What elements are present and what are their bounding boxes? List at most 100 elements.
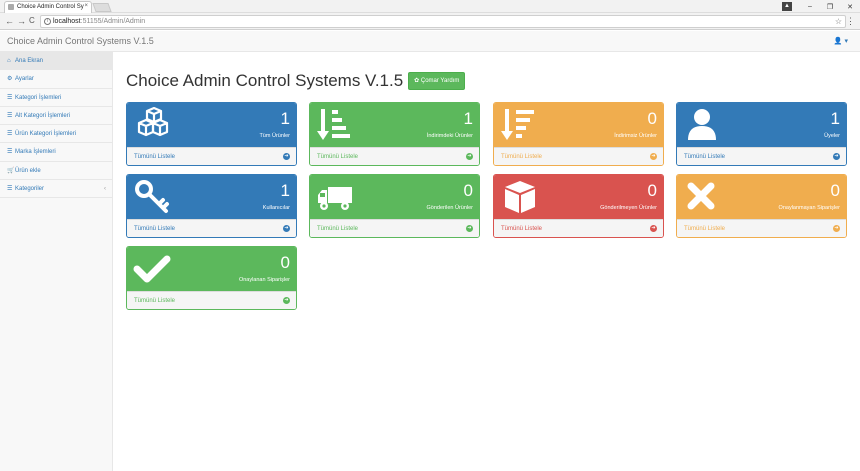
list-icon: ☰	[7, 112, 13, 119]
panel-count: 1	[280, 181, 290, 200]
panel-label: İndirimsiz Ürünler	[614, 133, 657, 139]
sidebar-item-urun-kategori-islemleri[interactable]: ☰ Ürün Kategori İşlemleri	[0, 125, 112, 144]
back-button[interactable]: ←	[5, 16, 14, 26]
sidebar-item-label: Kategori İşlemleri	[15, 94, 62, 101]
browser-toolbar: ← → C i localhost:51155/Admin/Admin ☆ ⋮	[0, 13, 860, 30]
sidebar-item-kategori-islemleri[interactable]: ☰ Kategori İşlemleri	[0, 89, 112, 107]
view-all-link[interactable]: Tümünü Listele	[317, 154, 358, 160]
panel-kullanicilar: 1 Kullanıcılar Tümünü Listele ➜	[126, 174, 297, 238]
minimize-button[interactable]: –	[800, 3, 820, 10]
sort-amount-down-icon	[501, 109, 534, 140]
check-icon	[133, 255, 171, 283]
sidebar-item-marka-islemleri[interactable]: ☰ Marka İşlemleri	[0, 143, 112, 162]
help-button[interactable]: ✿ Çomar Yardım	[408, 72, 466, 90]
cube-icon	[505, 181, 535, 213]
panel-count: 1	[280, 109, 290, 128]
sidebar-item-label: Ürün ekle	[15, 167, 41, 174]
tab-title: Choice Admin Control Sy	[17, 4, 84, 10]
panel-footer[interactable]: Tümünü Listele ➜	[310, 147, 479, 165]
arrow-right-icon[interactable]: ➜	[466, 225, 473, 232]
sidebar-item-label: Ana Ekran	[15, 58, 44, 64]
sidebar-item-urun-ekle[interactable]: 🛒Ürün ekle	[0, 162, 112, 181]
info-icon[interactable]: i	[44, 18, 51, 25]
browser-menu-icon[interactable]: ⋮	[846, 16, 855, 27]
user-menu[interactable]: 👤 ▾	[834, 37, 848, 45]
sidebar-item-ayarlar[interactable]: ⚙ Ayarlar	[0, 70, 112, 89]
truck-icon	[318, 187, 352, 210]
panel-uyeler: 1 Üyeler Tümünü Listele ➜	[676, 102, 847, 166]
url-bar[interactable]: i localhost:51155/Admin/Admin ☆	[40, 15, 846, 28]
bookmark-star-icon[interactable]: ☆	[835, 16, 842, 27]
view-all-link[interactable]: Tümünü Listele	[684, 154, 725, 160]
browser-tab[interactable]: Choice Admin Control Sy ×	[4, 1, 92, 13]
window-controls: ▲ – ❐ ✕	[782, 0, 860, 13]
panel-count: 0	[280, 253, 290, 272]
view-all-link[interactable]: Tümünü Listele	[134, 154, 175, 160]
home-icon: ⌂	[7, 58, 11, 64]
list-icon: ☰	[7, 94, 13, 101]
app-navbar: Choice Admin Control Systems V.1.5 👤 ▾	[0, 31, 860, 52]
panel-label: Kullanıcılar	[262, 205, 290, 211]
arrow-right-icon[interactable]: ➜	[833, 153, 840, 160]
list-icon: ☰	[7, 186, 13, 193]
panel-footer[interactable]: Tümünü Listele ➜	[677, 219, 846, 237]
panel-footer[interactable]: Tümünü Listele ➜	[127, 147, 296, 165]
sidebar-item-alt-kategori-islemleri[interactable]: ☰ Alt Kategori İşlemleri	[0, 107, 112, 126]
panel-label: Gönderilmeyen Ürünler	[600, 205, 657, 211]
panel-gonderilen-urunler: 0 Gönderilen Ürünler Tümünü Listele ➜	[309, 174, 480, 238]
close-window-button[interactable]: ✕	[840, 3, 860, 11]
panel-footer[interactable]: Tümünü Listele ➜	[127, 219, 296, 237]
sidebar-item-ana-ekran[interactable]: ⌂ Ana Ekran	[0, 52, 112, 71]
panel-gonderilmeyen-urunler: 0 Gönderilmeyen Ürünler Tümünü Listele ➜	[493, 174, 664, 238]
new-tab-button[interactable]	[92, 3, 112, 12]
panel-footer[interactable]: Tümünü Listele ➜	[677, 147, 846, 165]
view-all-link[interactable]: Tümünü Listele	[501, 226, 542, 232]
arrow-right-icon[interactable]: ➜	[650, 225, 657, 232]
maximize-button[interactable]: ❐	[820, 3, 840, 11]
panel-label: Gönderilen Ürünler	[426, 205, 473, 211]
reload-button[interactable]: C	[29, 16, 35, 26]
arrow-right-icon[interactable]: ➜	[283, 225, 290, 232]
cart-icon: 🛒	[7, 167, 15, 174]
panel-label: Tüm Ürünler	[259, 133, 290, 139]
arrow-right-icon[interactable]: ➜	[833, 225, 840, 232]
sidebar-item-label: Alt Kategori İşlemleri	[15, 112, 71, 119]
panel-tum-urunler: 1 Tüm Ürünler Tümünü Listele ➜	[126, 102, 297, 166]
view-all-link[interactable]: Tümünü Listele	[134, 226, 175, 232]
sort-amount-down-icon	[317, 109, 350, 140]
panel-label: Onaylanan Siparişler	[238, 277, 290, 283]
navbar-brand[interactable]: Choice Admin Control Systems V.1.5	[7, 36, 154, 46]
arrow-right-icon[interactable]: ➜	[283, 153, 290, 160]
sidebar: ⌂ Ana Ekran ⚙ Ayarlar ☰ Kategori İşlemleri …	[0, 52, 113, 471]
panel-indirimdeki-urunler: 1 İndirimdeki Ürünler Tümünü Listele ➜	[309, 102, 480, 166]
view-all-link[interactable]: Tümünü Listele	[134, 298, 175, 304]
view-all-link[interactable]: Tümünü Listele	[501, 154, 542, 160]
tab-close-icon[interactable]: ×	[84, 3, 88, 9]
panel-footer[interactable]: Tümünü Listele ➜	[127, 291, 296, 309]
user-icon	[688, 109, 716, 140]
sidebar-item-kategoriler[interactable]: ☰ Kategoriler ‹	[0, 180, 112, 199]
profile-icon[interactable]: ▲	[782, 2, 792, 11]
key-icon	[135, 180, 169, 213]
cubes-icon	[137, 107, 169, 137]
panel-count: 0	[647, 109, 657, 128]
panel-footer[interactable]: Tümünü Listele ➜	[494, 219, 663, 237]
page-header: Choice Admin Control Systems V.1.5 ✿ Çom…	[126, 71, 466, 91]
arrow-right-icon[interactable]: ➜	[283, 297, 290, 304]
panel-count: 0	[830, 181, 840, 200]
arrow-right-icon[interactable]: ➜	[650, 153, 657, 160]
panel-footer[interactable]: Tümünü Listele ➜	[310, 219, 479, 237]
panel-label: İndirimdeki Ürünler	[426, 133, 473, 139]
arrow-right-icon[interactable]: ➜	[466, 153, 473, 160]
forward-button[interactable]: →	[17, 16, 26, 26]
page-title: Choice Admin Control Systems V.1.5	[126, 71, 404, 90]
favicon-icon	[8, 4, 14, 10]
view-all-link[interactable]: Tümünü Listele	[317, 226, 358, 232]
panel-footer[interactable]: Tümünü Listele ➜	[494, 147, 663, 165]
view-all-link[interactable]: Tümünü Listele	[684, 226, 725, 232]
panel-count: 1	[463, 109, 473, 128]
panel-count: 0	[647, 181, 657, 200]
browser-titlebar: Choice Admin Control Sy × ▲ – ❐ ✕	[0, 0, 860, 13]
panel-onaylanan-siparisler: 0 Onaylanan Siparişler Tümünü Listele ➜	[126, 246, 297, 310]
gear-icon: ⚙	[7, 76, 13, 83]
